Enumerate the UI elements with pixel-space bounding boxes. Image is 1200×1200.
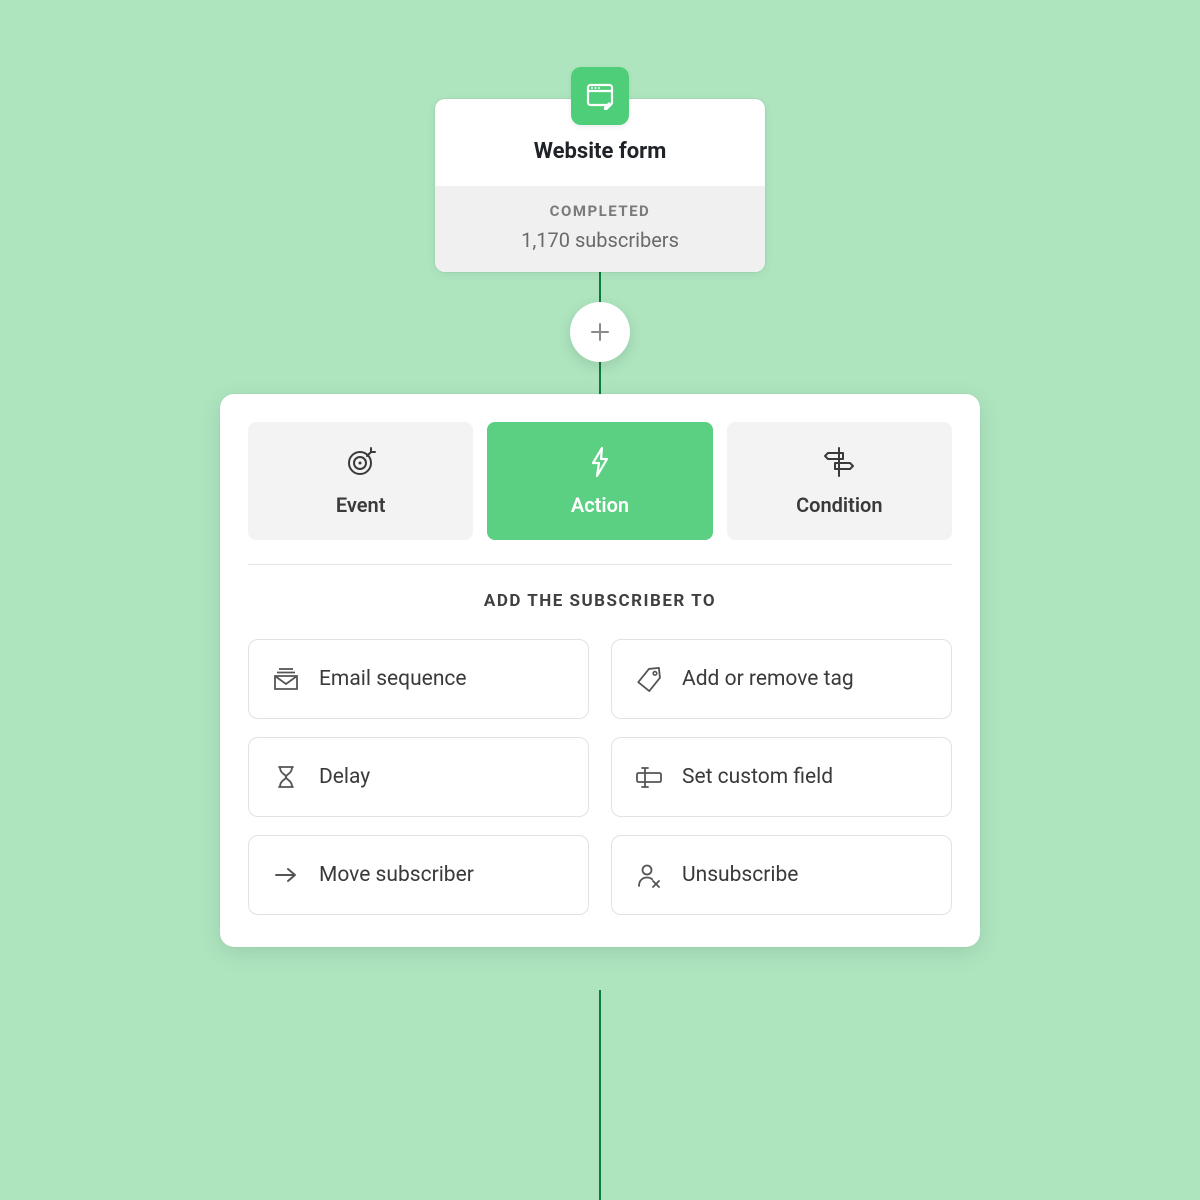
connector-line: [599, 990, 601, 1200]
divider: [248, 564, 952, 565]
section-header: ADD THE SUBSCRIBER TO: [248, 591, 952, 611]
target-icon: [344, 445, 378, 479]
option-unsubscribe[interactable]: Unsubscribe: [611, 835, 952, 915]
arrow-right-icon: [271, 860, 301, 890]
action-options-grid: Email sequence Add or remove tag Del: [248, 639, 952, 915]
option-label: Move subscriber: [319, 863, 474, 887]
tab-action[interactable]: Action: [487, 422, 712, 540]
add-step-button[interactable]: [570, 302, 630, 362]
lightning-icon: [585, 445, 615, 479]
option-move-subscriber[interactable]: Move subscriber: [248, 835, 589, 915]
plus-icon: [589, 321, 611, 343]
tag-icon: [634, 664, 664, 694]
hourglass-icon: [271, 762, 301, 792]
trigger-status-label: COMPLETED: [435, 202, 765, 220]
user-remove-icon: [634, 860, 664, 890]
option-label: Set custom field: [682, 765, 833, 789]
tab-condition[interactable]: Condition: [727, 422, 952, 540]
tab-event[interactable]: Event: [248, 422, 473, 540]
tab-action-label: Action: [571, 493, 629, 517]
text-field-icon: [634, 762, 664, 792]
trigger-subscriber-count: 1,170 subscribers: [435, 228, 765, 252]
tab-condition-label: Condition: [796, 493, 882, 517]
tab-event-label: Event: [336, 493, 386, 517]
option-label: Delay: [319, 765, 370, 789]
option-email-sequence[interactable]: Email sequence: [248, 639, 589, 719]
signpost-icon: [821, 445, 857, 479]
option-add-remove-tag[interactable]: Add or remove tag: [611, 639, 952, 719]
step-type-tabs: Event Action Condition: [248, 422, 952, 540]
form-icon: [571, 67, 629, 125]
option-label: Email sequence: [319, 667, 467, 691]
step-selector-card: Event Action Condition ADD THE SUBSCRIBE…: [220, 394, 980, 947]
option-label: Add or remove tag: [682, 667, 854, 691]
trigger-card[interactable]: Website form COMPLETED 1,170 subscribers: [435, 99, 765, 272]
trigger-footer: COMPLETED 1,170 subscribers: [435, 186, 765, 272]
option-set-custom-field[interactable]: Set custom field: [611, 737, 952, 817]
option-label: Unsubscribe: [682, 863, 798, 887]
envelope-stack-icon: [271, 664, 301, 694]
option-delay[interactable]: Delay: [248, 737, 589, 817]
